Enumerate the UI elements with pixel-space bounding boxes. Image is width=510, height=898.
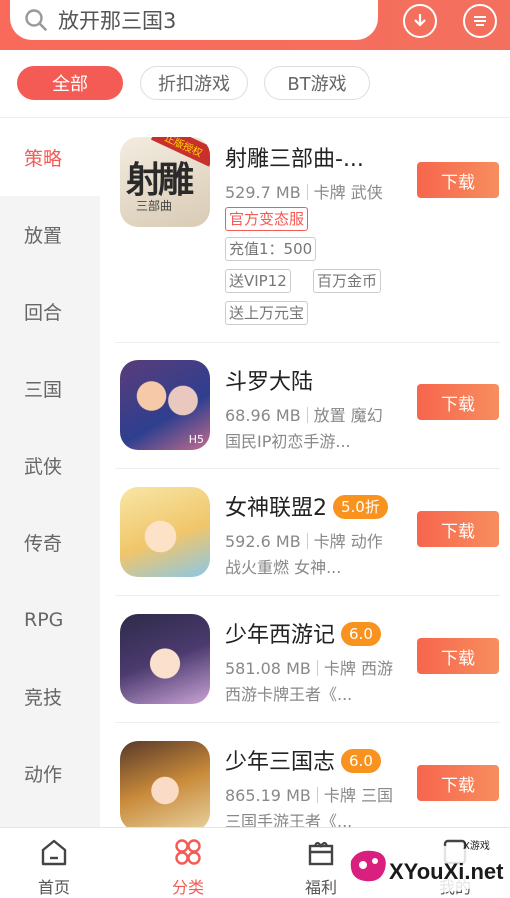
game-icon (120, 614, 210, 704)
game-size: 581.08 MB (225, 659, 311, 678)
game-list: 正版授权 射雕 三部曲 射雕三部曲-... 529.7 MB 卡牌 武侠 官方变态… (100, 119, 510, 827)
game-name: 女神联盟2 5.0折 (225, 490, 388, 522)
game-item[interactable]: 女神联盟2 5.0折 592.6 MB 卡牌 动作 战火重燃 女神... 下载 (115, 470, 500, 596)
game-genre: 卡牌 武侠 (313, 183, 383, 202)
category-strategy[interactable]: 策略 (0, 119, 100, 196)
game-name: 少年西游记 6.0 (225, 617, 381, 649)
watermark-logo: XYouXi.net X游戏 (347, 839, 504, 893)
category-idle[interactable]: 放置 (0, 196, 100, 273)
gift-icon (308, 841, 334, 866)
category-legend[interactable]: 传奇 (0, 504, 100, 581)
game-tag: 送VIP12 (225, 269, 291, 293)
download-button[interactable]: 下载 (417, 162, 499, 198)
game-icon: 正版授权 射雕 三部曲 (120, 137, 210, 227)
meta-divider (306, 533, 308, 549)
game-meta: 581.08 MB 卡牌 西游 (225, 655, 393, 679)
game-name: 少年三国志 6.0 (225, 744, 381, 776)
game-desc: 三国手游王者《... (225, 812, 353, 827)
download-button[interactable]: 下载 (417, 384, 499, 420)
top-bar: 放开那三国3 (0, 0, 510, 50)
game-name: 射雕三部曲-... (225, 147, 364, 172)
discount-badge: 5.0折 (333, 495, 388, 519)
game-item[interactable]: 少年西游记 6.0 581.08 MB 卡牌 西游 西游卡牌王者《... 下载 (115, 597, 500, 723)
nav-label: 福利 (304, 878, 337, 897)
filter-bt[interactable]: BT游戏 (264, 66, 370, 100)
download-button[interactable]: 下载 (417, 511, 499, 547)
game-icon: H5 (120, 360, 210, 450)
category-sidebar: 策略 放置 回合 三国 武侠 传奇 RPG 竞技 动作 (0, 119, 100, 827)
nav-category[interactable]: 分类 (143, 836, 233, 898)
game-item[interactable]: 正版授权 射雕 三部曲 射雕三部曲-... 529.7 MB 卡牌 武侠 官方变态… (115, 119, 500, 343)
game-genre: 卡牌 三国 (323, 786, 393, 805)
category-three-kingdoms[interactable]: 三国 (0, 350, 100, 427)
game-icon (120, 487, 210, 577)
game-size: 68.96 MB (225, 406, 301, 425)
icon-title: 射雕 (126, 159, 194, 201)
game-tag: 送上万元宝 (225, 301, 309, 325)
watermark-small: X游戏 (463, 839, 490, 852)
meta-divider (316, 660, 318, 676)
game-name-text: 少年西游记 (225, 623, 336, 648)
filter-discount[interactable]: 折扣游戏 (140, 66, 248, 100)
meta-divider (306, 184, 308, 200)
game-size: 529.7 MB (225, 183, 301, 202)
game-desc: 国民IP初恋手游... (225, 432, 351, 451)
category-wuxia[interactable]: 武侠 (0, 427, 100, 504)
nav-label: 分类 (171, 878, 204, 897)
category-action[interactable]: 动作 (0, 735, 100, 812)
game-tag: 百万金币 (313, 269, 382, 293)
icon-h5-label: H5 (188, 433, 204, 446)
game-name-text: 少年三国志 (225, 750, 336, 775)
category-competitive[interactable]: 竞技 (0, 658, 100, 735)
meta-divider (306, 407, 308, 423)
category-rpg[interactable]: RPG (0, 581, 100, 658)
game-item[interactable]: H5 斗罗大陆 68.96 MB 放置 魔幻 国民IP初恋手游... 下载 (115, 344, 500, 469)
filter-bar: 全部 折扣游戏 BT游戏 (0, 50, 510, 118)
game-size: 865.19 MB (225, 786, 311, 805)
message-icon[interactable] (463, 4, 497, 38)
game-name-text: 女神联盟2 (225, 496, 327, 521)
game-desc: 西游卡牌王者《... (225, 685, 353, 704)
category-turn-based[interactable]: 回合 (0, 273, 100, 350)
game-tag: 官方变态服 (225, 207, 309, 231)
filter-all[interactable]: 全部 (17, 66, 123, 100)
home-icon (41, 839, 67, 866)
nav-label: 首页 (37, 878, 70, 897)
game-desc: 战火重燃 女神... (225, 558, 342, 577)
game-size: 592.6 MB (225, 532, 301, 551)
game-name: 斗罗大陆 (225, 370, 314, 395)
download-icon[interactable] (403, 4, 437, 38)
game-icon (120, 741, 210, 827)
game-meta: 865.19 MB 卡牌 三国 (225, 782, 393, 806)
search-text: 放开那三国3 (58, 9, 177, 33)
search-icon (25, 9, 47, 31)
game-genre: 放置 魔幻 (313, 406, 383, 425)
game-genre: 卡牌 西游 (323, 659, 393, 678)
game-tag: 充值1：500 (225, 237, 317, 261)
search-input[interactable]: 放开那三国3 (10, 0, 378, 40)
discount-badge: 6.0 (341, 622, 381, 646)
game-meta: 68.96 MB 放置 魔幻 (225, 402, 383, 426)
game-genre: 卡牌 动作 (313, 532, 383, 551)
watermark-text: XYouXi.net (389, 859, 504, 884)
nav-home[interactable]: 首页 (9, 836, 99, 898)
game-meta: 529.7 MB 卡牌 武侠 (225, 179, 383, 203)
discount-badge: 6.0 (341, 749, 381, 773)
category-icon (175, 839, 201, 865)
icon-subtitle: 三部曲 (136, 199, 173, 213)
game-item[interactable]: 少年三国志 6.0 865.19 MB 卡牌 三国 三国手游王者《... 下载 (115, 724, 500, 827)
download-button[interactable]: 下载 (417, 765, 499, 801)
meta-divider (316, 787, 318, 803)
download-button[interactable]: 下载 (417, 638, 499, 674)
game-meta: 592.6 MB 卡牌 动作 (225, 528, 383, 552)
